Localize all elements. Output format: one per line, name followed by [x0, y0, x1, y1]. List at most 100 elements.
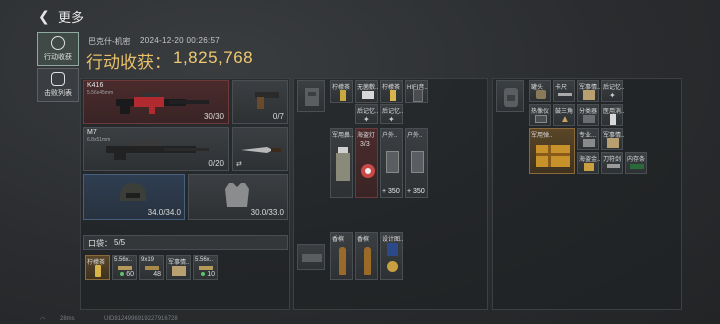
rig-item[interactable]: 户外.. + 350 [380, 128, 403, 198]
battery-icon [411, 151, 424, 173]
secondary-weapon-slot[interactable]: M7 6.8x51mm 0/20 [83, 127, 229, 171]
sidebar-item-income[interactable]: 行动收获 [37, 32, 79, 66]
item-label: 设计图.. [382, 237, 404, 243]
pistol-icon [255, 92, 279, 109]
item-label: 内存条 [627, 157, 646, 163]
backpack-item[interactable]: 专业... [577, 128, 599, 150]
item-label: 分类器 [579, 109, 598, 115]
wifi-icon: ◠ [40, 317, 46, 323]
thermal-scope-icon [535, 115, 547, 123]
backpack-item[interactable]: 医用消.. [601, 104, 624, 126]
item-label: 刀符剑 [603, 157, 622, 163]
tea-bottle-icon [390, 90, 396, 101]
pocket-item[interactable]: 军事情.. [166, 255, 191, 280]
swap-icon: ⇄ [236, 161, 242, 168]
vest-icon [305, 88, 319, 106]
item-label: 后记忆.. [603, 85, 625, 91]
blueprint-icon [387, 243, 398, 256]
champagne-icon [364, 247, 371, 275]
backpack-item[interactable]: 刀符剑 [601, 152, 623, 174]
rig-item[interactable]: 柠檬茶 [330, 80, 353, 103]
durability: 30.0/33.0 [250, 208, 284, 217]
sidebar-item-label: 击败列表 [44, 90, 72, 97]
armor-vest-icon [225, 183, 249, 207]
rig-item[interactable]: 军用鼻.. [330, 128, 353, 198]
income-value: 1,825,768 [173, 48, 254, 67]
item-label: 卡尺 [555, 85, 568, 91]
rig-item[interactable]: 户外.. + 350 [405, 128, 428, 198]
item-label: 无菌敷.. [357, 85, 379, 91]
item-label: 专业... [579, 133, 597, 139]
sidebar-item-kills[interactable]: 击败列表 [37, 68, 79, 102]
primary-weapon-slot[interactable]: K416 5.56x45mm 30/30 [83, 80, 229, 124]
backpack-item[interactable]: 分类器 [577, 104, 599, 126]
tool-icon [583, 139, 595, 147]
durability: 34.0/34.0 [147, 208, 181, 217]
skull-icon [51, 72, 65, 86]
belt-item[interactable]: 香槟 [355, 232, 378, 280]
document-icon [172, 266, 186, 276]
backpack-item[interactable]: 罐头 [529, 80, 551, 102]
backpack-item[interactable]: 鼓三角 ▲ [553, 104, 575, 126]
helmet-slot[interactable]: 34.0/34.0 [83, 174, 185, 220]
item-label: 军事情.. [168, 260, 190, 266]
value-bonus: + 350 [382, 188, 400, 195]
ammo-icon [118, 266, 132, 270]
rig-item[interactable]: 海盗灯 3/3 [355, 128, 378, 198]
belt-item[interactable]: 设计图.. [380, 232, 403, 280]
ammo-icon [145, 266, 159, 270]
armor-slot[interactable]: 30.0/33.0 [188, 174, 288, 220]
rig-item[interactable]: 柠檬茶 [380, 80, 403, 103]
can-icon [536, 90, 546, 99]
melee-slot[interactable]: ⇄ [232, 127, 288, 171]
ammo-crate-icon [536, 145, 570, 167]
device-icon [583, 115, 595, 123]
pocket-count: 5/5 [114, 238, 126, 247]
backpack-item[interactable]: 海盗金.. [577, 152, 601, 174]
tea-bottle-icon [95, 265, 101, 277]
memory-stick-icon [630, 164, 644, 169]
ammo-count: 0/20 [208, 159, 224, 168]
rig-item[interactable]: 后记忆.. ✦ [380, 104, 403, 124]
item-label: 后记忆.. [382, 109, 404, 115]
weapon-ammo: 5.56x45mm [87, 90, 114, 96]
weapon-name: M7 [87, 129, 97, 136]
chest-rig-slot[interactable] [297, 80, 325, 112]
pocket-item[interactable]: 5.56x.. 10 [193, 255, 218, 280]
item-label: 9x19 [141, 257, 155, 263]
weapon-name: K416 [87, 82, 104, 89]
backpack-item[interactable]: 热像仪 [529, 104, 551, 126]
nasal-spray-icon [336, 147, 350, 181]
rig-item[interactable]: 无菌敷.. [355, 80, 378, 103]
rifle-icon [106, 141, 209, 160]
item-label: 户外.. [382, 133, 398, 139]
item-label: 海盗金.. [579, 157, 601, 163]
item-label: 香槟 [332, 237, 345, 243]
pocket-item[interactable]: 柠檬茶 [85, 255, 110, 280]
music-player-icon [413, 89, 423, 102]
pocket-item[interactable]: 9x19 48 [139, 255, 164, 280]
ammo-icon [199, 266, 213, 270]
backpack-slot[interactable] [496, 80, 524, 112]
gold-icon [584, 163, 594, 171]
bandage-icon [362, 91, 374, 99]
backpack-item[interactable]: 内存条 [625, 152, 647, 174]
backpack-item[interactable]: 军用弹.. [529, 128, 575, 174]
pistol-slot[interactable]: 0/7 [232, 80, 288, 124]
backpack-item[interactable]: 军事情.. [577, 80, 600, 102]
backpack-item[interactable]: 后记忆.. ✦ [601, 80, 625, 102]
battery-icon [386, 151, 399, 173]
belt-item[interactable]: 香槟 [330, 232, 353, 280]
star-icon: ✦ [363, 115, 370, 124]
rig-item[interactable]: 后记忆.. ✦ [355, 104, 378, 124]
item-count: 60 [126, 271, 134, 278]
belt-slot[interactable] [297, 244, 325, 270]
backpack-item[interactable]: 卡尺 [553, 80, 575, 102]
backpack-item[interactable]: 军事情.. [601, 128, 624, 150]
value-bonus: + 350 [407, 188, 425, 195]
pocket-header: 口袋： 5/5 [83, 235, 288, 250]
back-arrow-icon[interactable]: ❮ [38, 8, 50, 25]
rig-item[interactable]: HIFI音.. [405, 80, 428, 103]
pocket-item[interactable]: 5.56x.. 60 [112, 255, 137, 280]
target-icon [51, 36, 65, 50]
